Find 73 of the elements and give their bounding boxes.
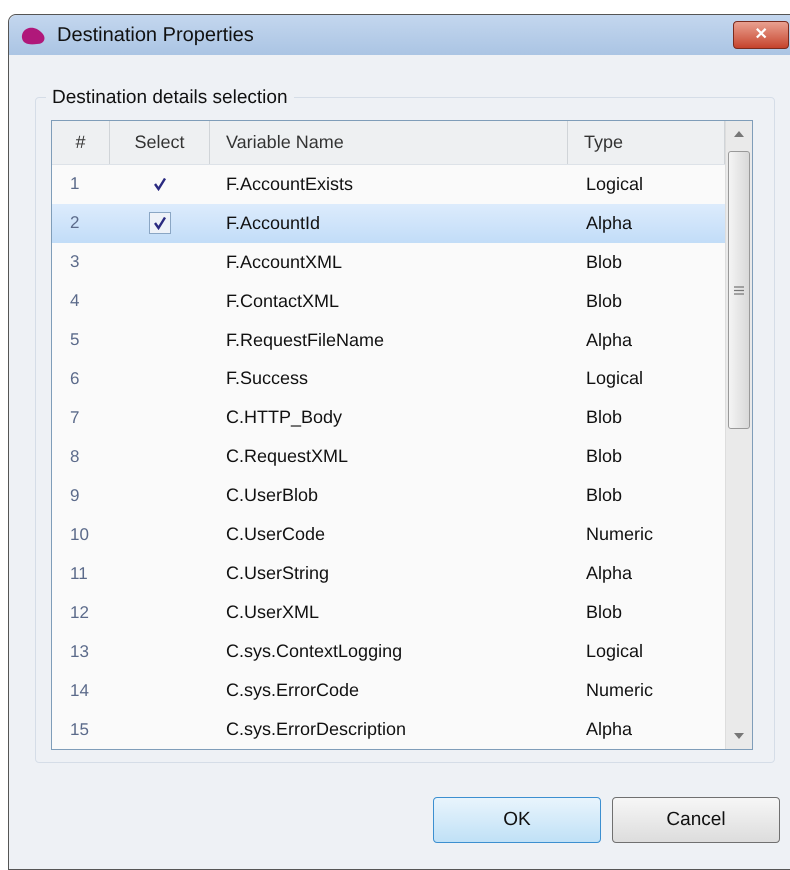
window-title: Destination Properties: [57, 23, 254, 48]
table-row[interactable]: 1 F.AccountExists Logical: [52, 164, 725, 204]
variable-name: C.UserBlob: [225, 484, 320, 508]
column-header[interactable]: Variable Name: [210, 121, 568, 164]
table-row[interactable]: 4 F.ContactXML Blob: [52, 282, 725, 321]
row-number: 6: [69, 368, 80, 390]
row-number: 11: [69, 562, 89, 585]
type-cell-text: Blob: [585, 290, 624, 313]
table-row[interactable]: 9 C.UserBlob Blob: [52, 476, 725, 516]
variable-name: F.Success: [225, 367, 310, 390]
type-cell-text: Numeric: [585, 679, 654, 702]
row-number: 14: [69, 680, 90, 702]
row-number: 10: [69, 524, 90, 546]
table-row[interactable]: 5 F.RequestFileName Alpha: [52, 320, 725, 360]
table-row[interactable]: 12 C.UserXML Blob: [52, 593, 725, 632]
variable-name: F.RequestFileName: [225, 328, 386, 352]
table-row[interactable]: 8 C.RequestXML Blob: [52, 437, 725, 476]
scrollbar[interactable]: [725, 121, 752, 749]
type-cell-text: Logical: [585, 367, 644, 390]
row-number: 8: [69, 446, 80, 468]
variable-name: C.sys.ContextLogging: [225, 640, 404, 664]
type-cell-text: Alpha: [585, 562, 634, 586]
table-row[interactable]: 14 C.sys.ErrorCode Numeric: [52, 671, 725, 710]
type-cell-text: Blob: [585, 445, 624, 468]
row-number: 4: [69, 290, 80, 312]
variable-name: C.RequestXML: [225, 445, 350, 468]
column-header[interactable]: Select: [110, 121, 210, 164]
column-header[interactable]: #: [52, 121, 110, 164]
type-cell-text: Alpha: [585, 212, 634, 235]
dialog-button[interactable]: OK: [433, 797, 601, 843]
variable-name: C.UserString: [225, 562, 330, 586]
row-number: 7: [69, 407, 80, 430]
row-number: 9: [69, 485, 80, 508]
type-cell-text: Alpha: [585, 328, 634, 352]
table-row[interactable]: 7 C.HTTP_Body Blob: [52, 398, 725, 438]
table-row[interactable]: 6 F.Success Logical: [52, 360, 725, 398]
row-number: 2: [69, 212, 80, 234]
grip-icon: [734, 286, 744, 294]
type-cell-text: Numeric: [585, 523, 654, 546]
variable-name: F.ContactXML: [225, 290, 340, 313]
scroll-up-icon[interactable]: [734, 131, 744, 137]
variable-name: F.AccountExists: [225, 172, 354, 196]
scroll-thumb[interactable]: [728, 151, 750, 429]
type-cell-text: Blob: [585, 484, 624, 508]
row-number: 15: [69, 718, 90, 741]
type-cell-text: Blob: [585, 601, 624, 624]
scroll-down-icon[interactable]: [734, 733, 744, 739]
variable-name: C.HTTP_Body: [225, 406, 344, 430]
type-cell-text: Logical: [585, 172, 644, 196]
variable-name: C.UserXML: [225, 601, 320, 624]
row-number: 3: [69, 251, 80, 274]
variable-name: C.UserCode: [225, 523, 326, 546]
variable-name: C.sys.ErrorCode: [225, 679, 360, 702]
table-row[interactable]: 3 F.AccountXML Blob: [52, 242, 725, 282]
dialog-button[interactable]: Cancel: [612, 797, 780, 843]
table-row[interactable]: 2 F.AccountId Alpha: [52, 204, 725, 243]
variable-name: F.AccountXML: [225, 250, 344, 274]
row-number: 1: [69, 173, 80, 196]
table-row[interactable]: 11 C.UserString Alpha: [52, 554, 725, 594]
row-number: 12: [69, 602, 90, 624]
type-cell-text: Blob: [585, 406, 624, 430]
table-row[interactable]: 10 C.UserCode Numeric: [52, 515, 725, 554]
row-number: 5: [69, 329, 80, 352]
table-row[interactable]: 13 C.sys.ContextLogging Logical: [52, 632, 725, 672]
table-row[interactable]: 15 C.sys.ErrorDescription Alpha: [52, 710, 725, 750]
type-cell-text: Blob: [585, 250, 624, 274]
checkbox[interactable]: [149, 212, 171, 234]
variable-name: F.AccountId: [225, 212, 322, 235]
check-icon: [153, 216, 167, 230]
row-number: 13: [69, 640, 90, 663]
type-cell-text: Alpha: [585, 718, 634, 742]
type-cell-text: Logical: [585, 640, 644, 664]
variable-name: C.sys.ErrorDescription: [225, 718, 408, 742]
